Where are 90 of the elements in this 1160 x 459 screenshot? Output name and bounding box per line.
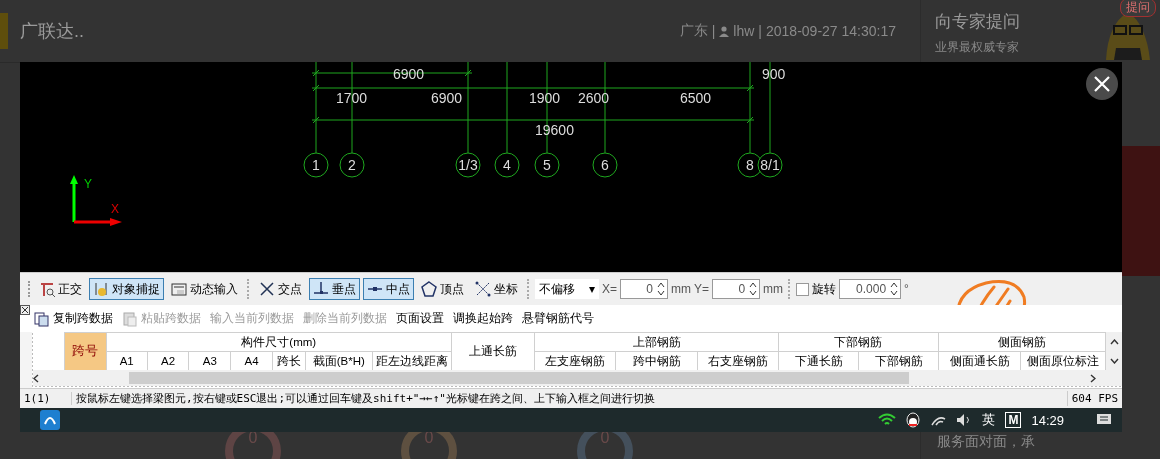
- spinner-icon[interactable]: [749, 282, 758, 296]
- toolbar-button[interactable]: 中点: [363, 278, 414, 300]
- axis-label: 4: [494, 152, 520, 178]
- rotate-label: 旋转: [812, 280, 837, 298]
- column-group-header: 侧面钢筋: [938, 332, 1106, 352]
- coordinate-label: Y=: [694, 282, 710, 296]
- chevron-left-icon[interactable]: [33, 373, 39, 383]
- axis-label: 2: [339, 152, 365, 178]
- input-icon: [171, 281, 187, 297]
- chevron-up-icon[interactable]: [1109, 338, 1119, 345]
- toolbar-button[interactable]: 交点: [255, 278, 306, 300]
- toolbar-button[interactable]: 对象捕捉: [89, 278, 164, 300]
- toolbar-button[interactable]: 动态输入: [167, 278, 242, 300]
- toolbar-button[interactable]: 顶点: [417, 278, 468, 300]
- vertical-scrollbar[interactable]: [1106, 332, 1122, 370]
- coordinate-label: X=: [602, 282, 618, 296]
- meta-text: |: [711, 23, 716, 39]
- perpendicular-icon: [313, 281, 329, 297]
- position-text: 1(1): [20, 392, 72, 405]
- axis-label: 1/3: [455, 152, 481, 178]
- ask-bubble[interactable]: 提问: [1120, 0, 1156, 17]
- axis-label: 8/1: [757, 152, 783, 178]
- meta-text: 2018-09-27 14:30:17: [766, 23, 896, 39]
- meta-text: |: [758, 23, 762, 39]
- close-icon[interactable]: [20, 305, 30, 315]
- axis-letter: X: [111, 202, 119, 216]
- horizontal-scrollbar[interactable]: [33, 370, 1122, 386]
- dimension-label: 1900: [529, 90, 561, 106]
- unit-label: °: [904, 282, 909, 296]
- dimension-label: 1700: [336, 90, 368, 106]
- dimension-label: 2600: [578, 90, 610, 106]
- snap-icon: [93, 281, 109, 297]
- action-button[interactable]: 复制跨数据: [34, 310, 113, 327]
- notification-icon[interactable]: [1096, 413, 1112, 427]
- app-icon[interactable]: [40, 410, 60, 430]
- coordinate-field[interactable]: 0: [620, 279, 669, 299]
- logo-mark: [0, 13, 8, 49]
- unit-label: mm: [763, 282, 784, 296]
- sidebar-subtitle: 业界最权威专家: [935, 39, 1020, 56]
- penguin-icon[interactable]: [906, 412, 921, 428]
- unit-label: mm: [671, 282, 692, 296]
- offset-dropdown[interactable]: 不偏移 ▾: [535, 279, 600, 299]
- article-title: 广联达..: [20, 20, 85, 43]
- cross-icon: [259, 281, 275, 297]
- axis-label: 1: [303, 152, 329, 178]
- ime-indicator[interactable]: M: [1005, 412, 1022, 428]
- dimension-label: 6900: [393, 66, 425, 82]
- spinner-icon[interactable]: [657, 282, 666, 296]
- paste-icon: [122, 310, 138, 327]
- column-group-header: 下部钢筋: [778, 332, 939, 352]
- pentagon-icon: [421, 281, 437, 297]
- column-group-header: 上部钢筋: [534, 332, 779, 352]
- chevron-down-icon[interactable]: [1109, 357, 1119, 364]
- sidebar-text: 服务面对面，承: [937, 433, 1036, 451]
- author-name: lhw: [733, 23, 755, 39]
- column-group-header: 构件尺寸(mm): [106, 332, 452, 352]
- status-message: 按鼠标左键选择梁图元,按右键或ESC退出;可以通过回车键及shift+"→←↑"光标键在跨之间、上下输入框之间进行切换: [72, 391, 1068, 406]
- dimension-label: 6500: [680, 90, 712, 106]
- axis-letter: Y: [84, 177, 92, 191]
- toolbar-button[interactable]: 正交: [35, 278, 86, 300]
- action-button[interactable]: 调换起始跨: [453, 310, 513, 327]
- dimension-label: 6900: [431, 90, 463, 106]
- column-header: 上通长筋: [451, 332, 535, 371]
- rotation-field[interactable]: 0.000: [839, 279, 902, 299]
- action-button[interactable]: 页面设置: [396, 310, 444, 327]
- coordinate-field[interactable]: 0: [712, 279, 761, 299]
- close-icon: [1094, 76, 1110, 92]
- axis-arrows-icon: [70, 175, 122, 226]
- ortho-icon: [39, 281, 55, 297]
- column-header: 跨号: [64, 332, 107, 371]
- axis-label: 6: [592, 152, 618, 178]
- dimension-label: 19600: [535, 122, 574, 138]
- toolbar-button[interactable]: 垂点: [309, 278, 360, 300]
- coordinate-icon: [475, 281, 491, 297]
- dimension-label: 900: [762, 66, 786, 82]
- sidebar-title: 向专家提问: [935, 11, 1021, 33]
- language-indicator[interactable]: 英: [982, 411, 996, 429]
- rotate-checkbox[interactable]: [796, 282, 810, 296]
- wifi-icon[interactable]: [878, 413, 897, 427]
- clock-text[interactable]: 14:29: [1031, 412, 1064, 428]
- fps-text: 604 FPS: [1070, 392, 1119, 405]
- close-button[interactable]: [1086, 68, 1118, 100]
- spinner-icon[interactable]: [890, 282, 899, 296]
- user-icon: [719, 25, 730, 37]
- chevron-right-icon[interactable]: [1090, 373, 1096, 383]
- toolbar-button[interactable]: 坐标: [471, 278, 522, 300]
- meta-text: 广东: [679, 22, 708, 40]
- axis-label: 5: [534, 152, 560, 178]
- copy-icon: [34, 310, 50, 327]
- action-button[interactable]: 悬臂钢筋代号: [522, 310, 594, 327]
